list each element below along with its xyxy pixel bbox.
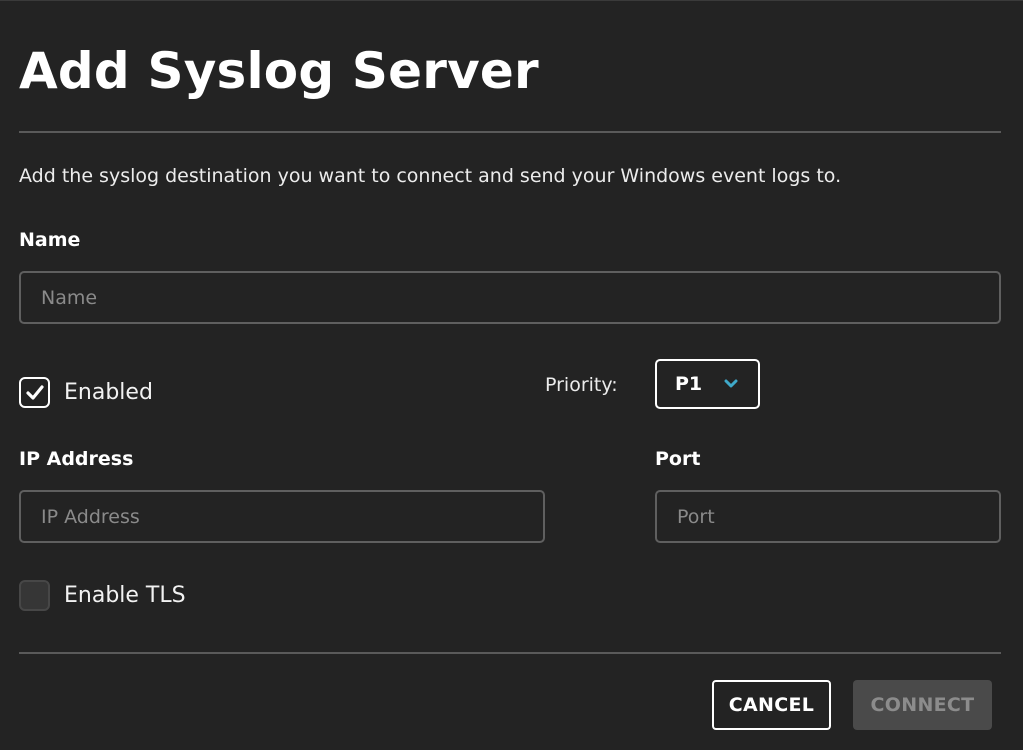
add-syslog-server-dialog: Add Syslog Server Add the syslog destina… bbox=[0, 0, 1023, 750]
dialog-title: Add Syslog Server bbox=[19, 42, 539, 100]
priority-label: Priority: bbox=[545, 374, 618, 396]
ip-address-label: IP Address bbox=[19, 448, 134, 470]
check-icon bbox=[25, 384, 44, 400]
footer-divider bbox=[19, 652, 1001, 654]
ip-address-input[interactable] bbox=[19, 490, 545, 543]
cancel-button[interactable]: CANCEL bbox=[712, 680, 831, 730]
port-input[interactable] bbox=[655, 490, 1001, 543]
connect-button[interactable]: CONNECT bbox=[853, 680, 992, 730]
chevron-down-icon bbox=[724, 379, 738, 389]
enable-tls-checkbox-box[interactable] bbox=[19, 579, 50, 611]
enabled-label: Enabled bbox=[64, 379, 153, 405]
enable-tls-checkbox[interactable]: Enable TLS bbox=[19, 579, 186, 611]
priority-dropdown[interactable]: P1 bbox=[655, 359, 760, 409]
enabled-checkbox-box[interactable] bbox=[19, 376, 50, 408]
name-label: Name bbox=[19, 229, 81, 251]
enabled-checkbox[interactable]: Enabled bbox=[19, 376, 153, 408]
dialog-description: Add the syslog destination you want to c… bbox=[19, 165, 842, 187]
name-input[interactable] bbox=[19, 271, 1001, 324]
priority-selected-value: P1 bbox=[675, 373, 703, 395]
header-divider bbox=[19, 131, 1001, 133]
enable-tls-label: Enable TLS bbox=[64, 582, 186, 608]
port-label: Port bbox=[655, 448, 701, 470]
